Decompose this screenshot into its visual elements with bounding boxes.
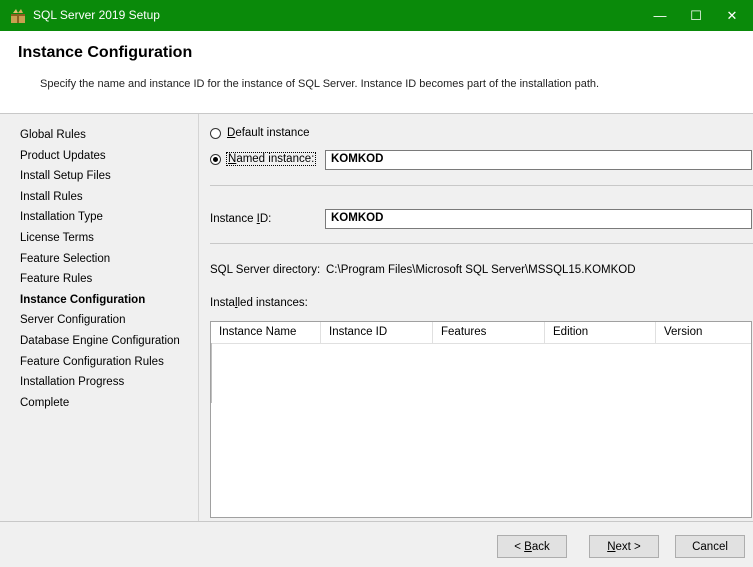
close-icon: ✕ xyxy=(726,7,738,23)
nav-item-install-setup-files[interactable]: Install Setup Files xyxy=(20,166,200,187)
instance-id-input[interactable]: KOMKOD xyxy=(325,209,752,229)
cancel-button[interactable]: Cancel xyxy=(675,535,745,558)
nav-item-feature-selection[interactable]: Feature Selection xyxy=(20,249,200,270)
title-bar[interactable]: SQL Server 2019 Setup — ☐ ✕ xyxy=(0,0,753,31)
nav-item-license-terms[interactable]: License Terms xyxy=(20,228,200,249)
nav-item-feature-rules[interactable]: Feature Rules xyxy=(20,269,200,290)
section-divider-2 xyxy=(210,243,753,244)
window-title: SQL Server 2019 Setup xyxy=(33,8,160,22)
back-button-label: < Back xyxy=(514,540,550,553)
nav-divider xyxy=(198,114,199,521)
page-description: Specify the name and instance ID for the… xyxy=(40,78,600,90)
nav-item-global-rules[interactable]: Global Rules xyxy=(20,125,200,146)
nav-item-product-updates[interactable]: Product Updates xyxy=(20,146,200,167)
column-header-version[interactable]: Version xyxy=(656,322,751,343)
steps-nav: Global Rules Product Updates Install Set… xyxy=(20,125,200,413)
default-instance-option[interactable]: Default instance xyxy=(210,127,309,139)
sql-server-setup-icon xyxy=(11,9,25,23)
default-instance-radio[interactable] xyxy=(210,127,221,139)
minimize-icon: — xyxy=(653,8,667,23)
section-divider-1 xyxy=(210,185,753,186)
back-button[interactable]: < Back xyxy=(497,535,567,558)
minimize-button[interactable]: — xyxy=(644,0,676,31)
nav-item-complete[interactable]: Complete xyxy=(20,393,200,414)
grid-header: Instance Name Instance ID Features Editi… xyxy=(211,322,751,344)
page-title: Instance Configuration xyxy=(18,44,193,61)
next-button[interactable]: Next > xyxy=(589,535,659,558)
close-button[interactable]: ✕ xyxy=(716,0,748,31)
page-header: Instance Configuration Specify the name … xyxy=(0,31,753,114)
named-instance-radio[interactable] xyxy=(210,153,221,165)
nav-item-server-configuration[interactable]: Server Configuration xyxy=(20,310,200,331)
nav-item-database-engine-configuration[interactable]: Database Engine Configuration xyxy=(20,331,200,352)
installed-instances-grid[interactable]: Instance Name Instance ID Features Editi… xyxy=(210,321,752,518)
installed-instances-label: Installed instances: xyxy=(210,297,308,309)
instance-config-panel: Default instance Named instance: KOMKOD … xyxy=(210,114,753,520)
named-instance-option[interactable]: Named instance: xyxy=(210,152,317,166)
setup-window: SQL Server 2019 Setup — ☐ ✕ Instance Con… xyxy=(0,0,753,567)
next-button-label: Next > xyxy=(607,540,641,553)
maximize-button[interactable]: ☐ xyxy=(680,0,712,31)
named-instance-label: Named instance: xyxy=(225,152,317,166)
nav-item-installation-type[interactable]: Installation Type xyxy=(20,207,200,228)
column-header-instance-name[interactable]: Instance Name xyxy=(211,322,321,343)
grid-row-indicator xyxy=(211,343,212,403)
cancel-button-label: Cancel xyxy=(692,540,728,553)
instance-id-label: Instance ID: xyxy=(210,213,272,225)
sql-server-directory-label: SQL Server directory: xyxy=(210,264,321,276)
maximize-icon: ☐ xyxy=(690,7,702,23)
footer-divider xyxy=(0,521,753,522)
nav-item-installation-progress[interactable]: Installation Progress xyxy=(20,372,200,393)
column-header-instance-id[interactable]: Instance ID xyxy=(321,322,433,343)
sql-server-directory-value: C:\Program Files\Microsoft SQL Server\MS… xyxy=(326,264,636,276)
nav-item-feature-configuration-rules[interactable]: Feature Configuration Rules xyxy=(20,352,200,373)
nav-item-install-rules[interactable]: Install Rules xyxy=(20,187,200,208)
nav-item-instance-configuration[interactable]: Instance Configuration xyxy=(20,290,200,311)
column-header-edition[interactable]: Edition xyxy=(545,322,656,343)
named-instance-input[interactable]: KOMKOD xyxy=(325,150,752,170)
default-instance-label: Default instance xyxy=(227,127,310,139)
column-header-features[interactable]: Features xyxy=(433,322,545,343)
